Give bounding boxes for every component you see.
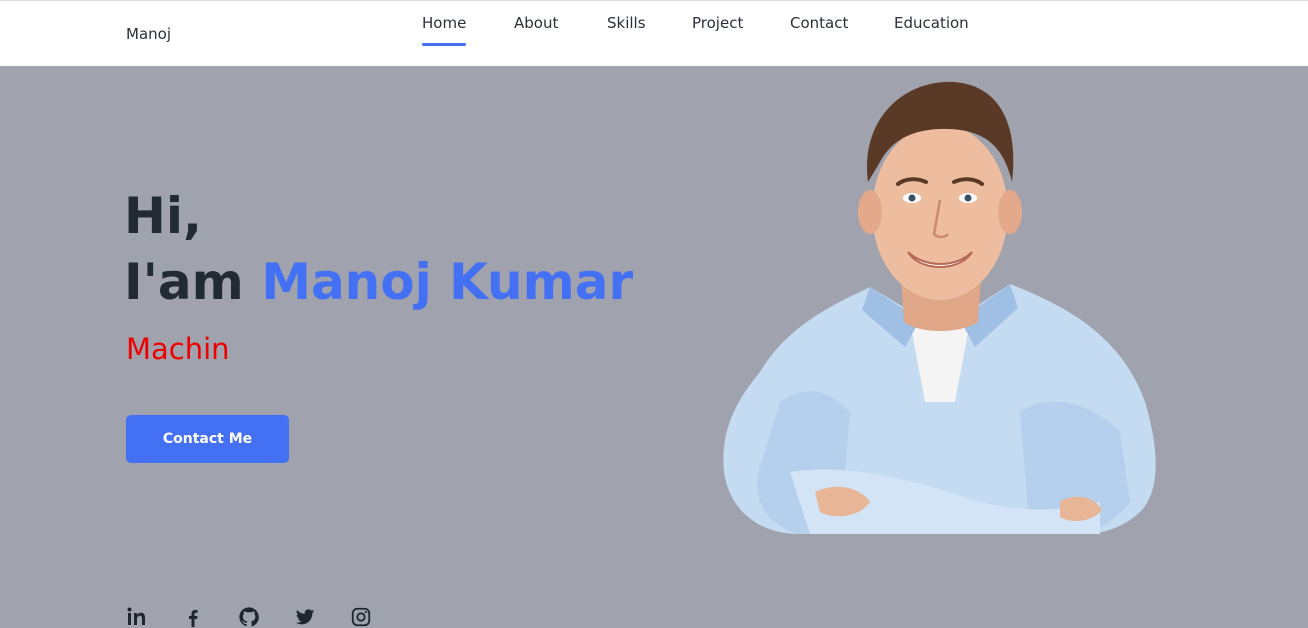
- nav-skills[interactable]: Skills: [607, 14, 646, 32]
- linkedin-icon[interactable]: [126, 606, 148, 628]
- nav-contact[interactable]: Contact: [790, 14, 848, 32]
- nav-home[interactable]: Home: [422, 14, 467, 46]
- greeting-line: Hi,: [124, 187, 202, 245]
- top-navigation-bar: Manoj Home About Skills Project Contact …: [0, 0, 1308, 66]
- brand-logo[interactable]: Manoj: [126, 25, 171, 43]
- profile-photo: [723, 81, 1156, 534]
- nav-project[interactable]: Project: [692, 14, 743, 32]
- nav-about[interactable]: About: [514, 14, 558, 32]
- hero-name: Manoj Kumar: [261, 253, 634, 311]
- github-icon[interactable]: [238, 606, 260, 628]
- nav-education[interactable]: Education: [894, 14, 969, 32]
- contact-me-button[interactable]: Contact Me: [126, 415, 289, 463]
- hero-greeting: Hi, I'am Manoj Kumar: [124, 183, 633, 315]
- twitter-icon[interactable]: [294, 606, 316, 628]
- instagram-icon[interactable]: [350, 606, 372, 628]
- hero-role: Machin: [126, 332, 230, 366]
- facebook-icon[interactable]: [182, 606, 204, 628]
- greeting-prefix: I'am: [124, 253, 244, 311]
